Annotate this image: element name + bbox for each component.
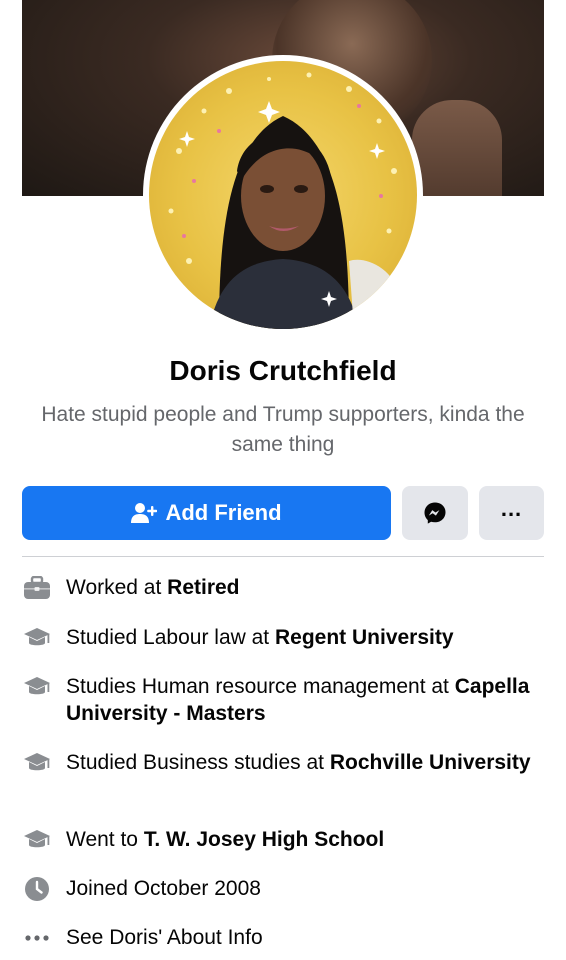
graduation-cap-icon: [22, 826, 52, 854]
messenger-icon: [424, 502, 446, 524]
add-friend-label: Add Friend: [165, 500, 282, 525]
briefcase-icon: [22, 574, 52, 602]
intro-item-work: Worked at Retired: [22, 574, 544, 602]
graduation-cap-icon: [22, 749, 52, 777]
intro-high-school-text: Went to T. W. Josey High School: [66, 826, 384, 853]
profile-bio: Hate stupid people and Trump supporters,…: [41, 403, 525, 456]
intro-education-prefix: Studies Human resource management at: [66, 675, 455, 698]
more-dots-icon: ...: [500, 496, 523, 521]
intro-education-school[interactable]: Regent University: [275, 626, 454, 649]
profile-picture-art: [168, 72, 399, 329]
intro-high-school-prefix: Went to: [66, 828, 144, 851]
intro-work-employer[interactable]: Retired: [167, 576, 239, 599]
intro-high-school-name[interactable]: T. W. Josey High School: [144, 828, 384, 851]
intro-item-education: Studied Business studies at Rochville Un…: [22, 749, 544, 777]
section-divider: [22, 556, 544, 557]
see-about-info-label[interactable]: See Doris' About Info: [66, 924, 263, 951]
more-options-button[interactable]: ...: [479, 486, 544, 540]
intro-item-education: Studied Labour law at Regent University: [22, 624, 544, 652]
intro-item-education: Studies Human resource management at Cap…: [22, 673, 544, 727]
add-person-icon: [131, 503, 158, 523]
profile-picture[interactable]: [149, 61, 417, 329]
clock-icon: [22, 875, 52, 903]
intro-item-joined: Joined October 2008: [22, 875, 544, 903]
see-about-info-link[interactable]: See Doris' About Info: [22, 924, 544, 952]
graduation-cap-icon: [22, 624, 52, 652]
intro-work-prefix: Worked at: [66, 576, 168, 599]
intro-education-school[interactable]: Rochville University: [330, 751, 531, 774]
intro-education-prefix: Studied Business studies at: [66, 751, 330, 774]
intro-joined-text: Joined October 2008: [66, 877, 261, 900]
message-button[interactable]: [402, 486, 468, 540]
cover-shoulder: [412, 100, 502, 196]
more-dots-icon: [22, 924, 52, 952]
intro-education-text: Studied Business studies at Rochville Un…: [66, 749, 531, 776]
profile-name: Doris Crutchfield: [169, 355, 397, 386]
intro-item-high-school: Went to T. W. Josey High School: [22, 826, 544, 854]
add-friend-button[interactable]: Add Friend: [22, 486, 391, 540]
intro-education-prefix: Studied Labour law at: [66, 626, 275, 649]
intro-work-text: Worked at Retired: [66, 574, 240, 601]
intro-education-text: Studied Labour law at Regent University: [66, 624, 454, 651]
graduation-cap-icon: [22, 673, 52, 701]
profile-actions: Add Friend ...: [22, 486, 544, 540]
profile-picture-frame[interactable]: [143, 55, 423, 335]
intro-education-text: Studies Human resource management at Cap…: [66, 673, 544, 727]
